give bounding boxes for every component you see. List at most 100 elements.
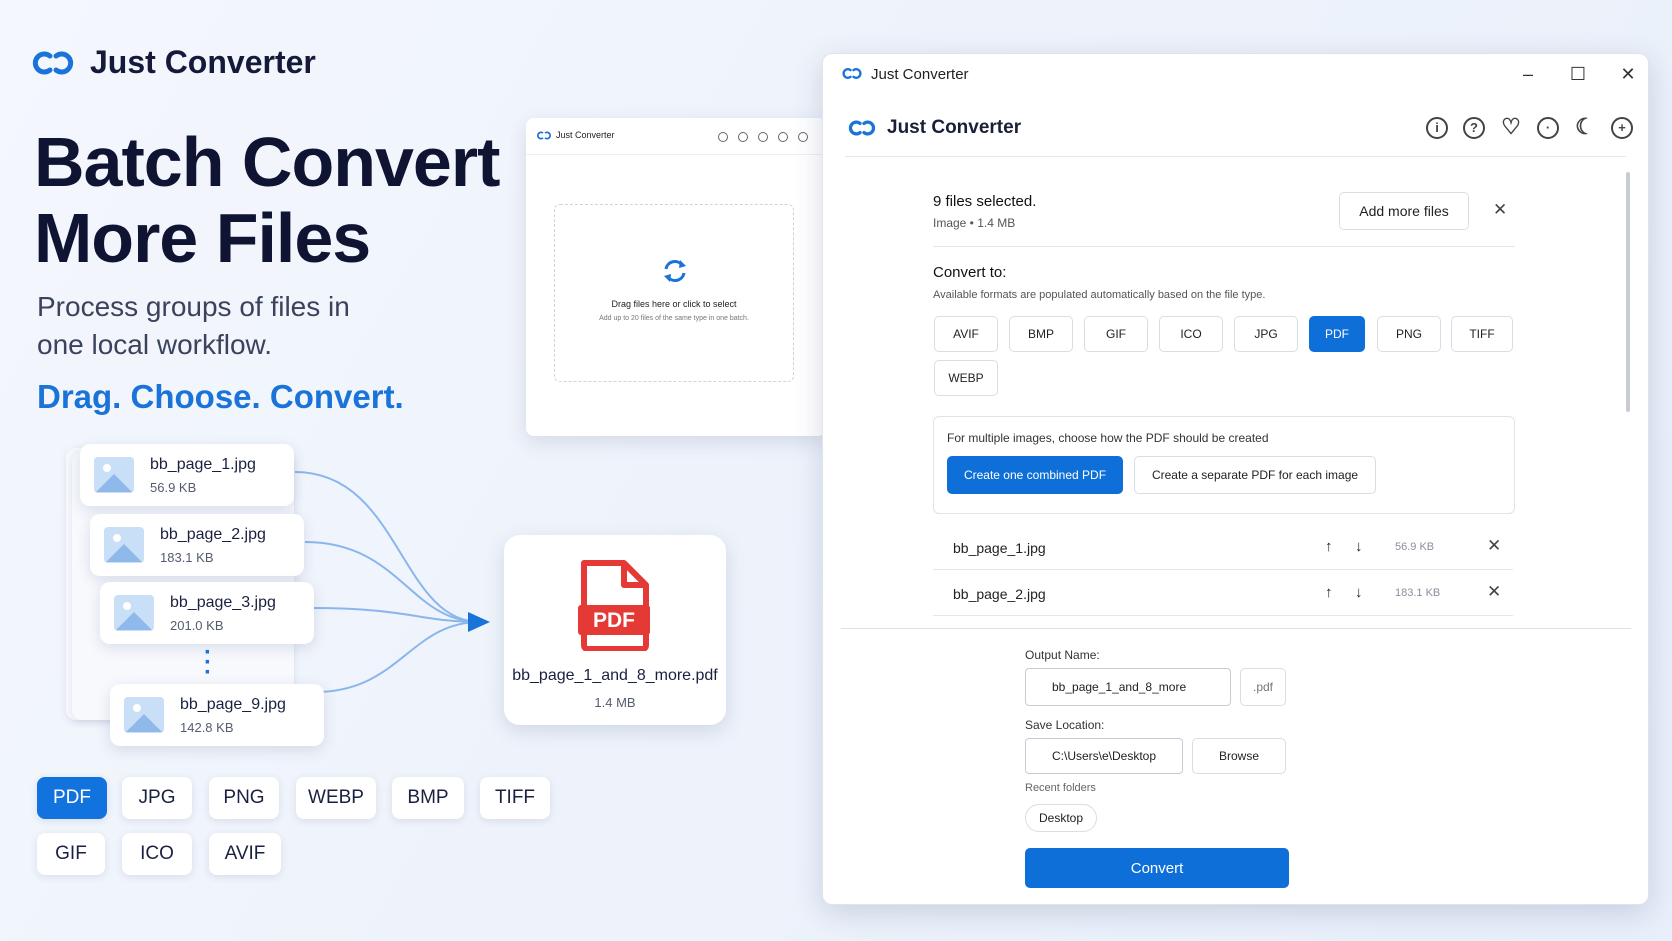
move-up-icon[interactable]: ↑ [1325, 538, 1333, 555]
logo-icon [848, 120, 876, 136]
divider [841, 628, 1631, 629]
brand-name: Just Converter [90, 44, 316, 80]
flow-arrows-icon [294, 471, 490, 693]
recent-folders-label: Recent folders [1025, 782, 1096, 794]
file-size: 142.8 KB [180, 719, 234, 735]
brand: Just Converter [30, 44, 316, 81]
file-row: bb_page_1.jpg ↑ ↓ 56.9 KB ✕ [933, 526, 1513, 570]
drop-title: Drag files here or click to select [611, 299, 737, 309]
combined-pdf-button[interactable]: Create one combined PDF [947, 456, 1123, 494]
format-chip-avif: AVIF [209, 833, 281, 875]
help-icon[interactable] [738, 132, 748, 142]
hero-subtitle: Process groups of files in one local wor… [37, 291, 350, 360]
selection-meta: Image • 1.4 MB [933, 216, 1016, 230]
file-size: 56.9 KB [150, 479, 197, 495]
format-chip-pdf: PDF [37, 777, 107, 819]
file-name: bb_page_2.jpg [160, 525, 266, 543]
format-chip-png: PNG [209, 777, 279, 819]
image-icon [114, 595, 154, 631]
divider [933, 246, 1515, 247]
clear-selection-icon[interactable]: ✕ [1493, 200, 1507, 220]
file-size: 201.0 KB [170, 617, 224, 633]
close-window-icon[interactable]: ✕ [1613, 62, 1643, 86]
move-up-icon[interactable]: ↑ [1325, 584, 1333, 601]
output-name-input[interactable]: bb_page_1_and_8_more [1025, 668, 1231, 706]
globe-icon[interactable]: + [1611, 117, 1633, 139]
info-icon[interactable]: i [1426, 117, 1448, 139]
mini-window: Just Converter Drag files here or click … [526, 118, 826, 436]
file-name: bb_page_1.jpg [150, 455, 256, 473]
scrollbar[interactable] [1626, 172, 1630, 412]
file-size: 183.1 KB [160, 549, 214, 565]
separate-pdf-button[interactable]: Create a separate PDF for each image [1134, 456, 1376, 494]
file-row-size: 56.9 KB [1395, 541, 1435, 553]
move-down-icon[interactable]: ↓ [1355, 584, 1363, 601]
info-icon[interactable] [718, 132, 728, 142]
moon-icon[interactable] [778, 132, 788, 142]
format-bmp-button[interactable]: BMP [1009, 316, 1073, 352]
globe-icon[interactable] [798, 132, 808, 142]
remove-file-icon[interactable]: ✕ [1487, 536, 1501, 556]
output-file-card: PDF bb_page_1_and_8_more.pdf 1.4 MB [504, 535, 726, 725]
file-row-name: bb_page_1.jpg [953, 540, 1046, 556]
hero-tagline: Drag. Choose. Convert. [37, 378, 404, 415]
divider [526, 154, 826, 155]
ellipsis-dots-icon: · · · [204, 639, 212, 686]
recent-folder-desktop[interactable]: Desktop [1025, 804, 1097, 832]
format-chip-webp: WEBP [296, 777, 376, 819]
input-file-card: bb_page_1.jpg 56.9 KB [80, 444, 294, 506]
mini-window-title: Just Converter [556, 130, 615, 140]
format-chip-bmp: BMP [392, 777, 464, 819]
file-row-name: bb_page_2.jpg [953, 586, 1046, 602]
sync-icon [664, 260, 686, 282]
format-pdf-button[interactable]: PDF [1309, 316, 1365, 352]
format-chip-jpg: JPG [122, 777, 192, 819]
help-icon[interactable]: ? [1463, 117, 1485, 139]
output-file-name: bb_page_1_and_8_more.pdf [512, 667, 718, 684]
maximize-icon[interactable]: ☐ [1563, 62, 1593, 86]
format-tiff-button[interactable]: TIFF [1451, 316, 1513, 352]
remove-file-icon[interactable]: ✕ [1487, 582, 1501, 602]
output-name-label: Output Name: [1025, 648, 1100, 662]
format-gif-button[interactable]: GIF [1084, 316, 1148, 352]
format-chip-tiff: TIFF [480, 777, 550, 819]
file-row: bb_page_2.jpg ↑ ↓ 183.1 KB ✕ [933, 572, 1513, 616]
format-avif-button[interactable]: AVIF [934, 316, 998, 352]
save-location-input[interactable]: C:\Users\e\Desktop [1025, 738, 1183, 774]
divider [845, 156, 1626, 157]
image-icon [104, 527, 144, 563]
format-png-button[interactable]: PNG [1377, 316, 1441, 352]
convert-to-hint: Available formats are populated automati… [933, 289, 1266, 301]
input-file-card: bb_page_2.jpg 183.1 KB [90, 514, 304, 576]
drop-zone[interactable]: Drag files here or click to select Add u… [554, 204, 794, 382]
heart-icon[interactable]: ♡ [1500, 116, 1522, 139]
input-file-card: bb_page_9.jpg 142.8 KB [110, 684, 324, 746]
drop-hint: Add up to 20 files of the same type in o… [599, 315, 749, 322]
app-window: Just Converter – ☐ ✕ Just Converter i ? … [822, 53, 1649, 905]
browse-button[interactable]: Browse [1192, 738, 1286, 774]
file-name: bb_page_3.jpg [170, 593, 276, 611]
pdf-badge: PDF [593, 609, 635, 632]
hero-title: Batch Convert More Files [34, 123, 500, 277]
moon-icon[interactable]: ☾ [1574, 116, 1596, 139]
logo-icon [32, 51, 74, 74]
extension-field: .pdf [1240, 668, 1286, 706]
heart-icon[interactable] [758, 132, 768, 142]
cookie-icon[interactable]: · [1537, 117, 1559, 139]
pdf-file-icon [578, 560, 650, 651]
save-location-label: Save Location: [1025, 718, 1105, 732]
format-ico-button[interactable]: ICO [1159, 316, 1223, 352]
convert-button[interactable]: Convert [1025, 848, 1289, 888]
move-down-icon[interactable]: ↓ [1355, 538, 1363, 555]
add-more-files-button[interactable]: Add more files [1339, 192, 1469, 230]
file-row-size: 183.1 KB [1395, 587, 1441, 599]
format-webp-button[interactable]: WEBP [934, 360, 998, 396]
input-file-card: bb_page_3.jpg 201.0 KB [100, 582, 314, 644]
app-name: Just Converter [887, 117, 1022, 138]
image-icon [94, 457, 134, 493]
format-jpg-button[interactable]: JPG [1234, 316, 1298, 352]
window-title: Just Converter [871, 66, 969, 83]
logo-icon [537, 131, 551, 140]
minimize-icon[interactable]: – [1513, 62, 1543, 86]
pdf-mode-panel: For multiple images, choose how the PDF … [933, 416, 1515, 514]
